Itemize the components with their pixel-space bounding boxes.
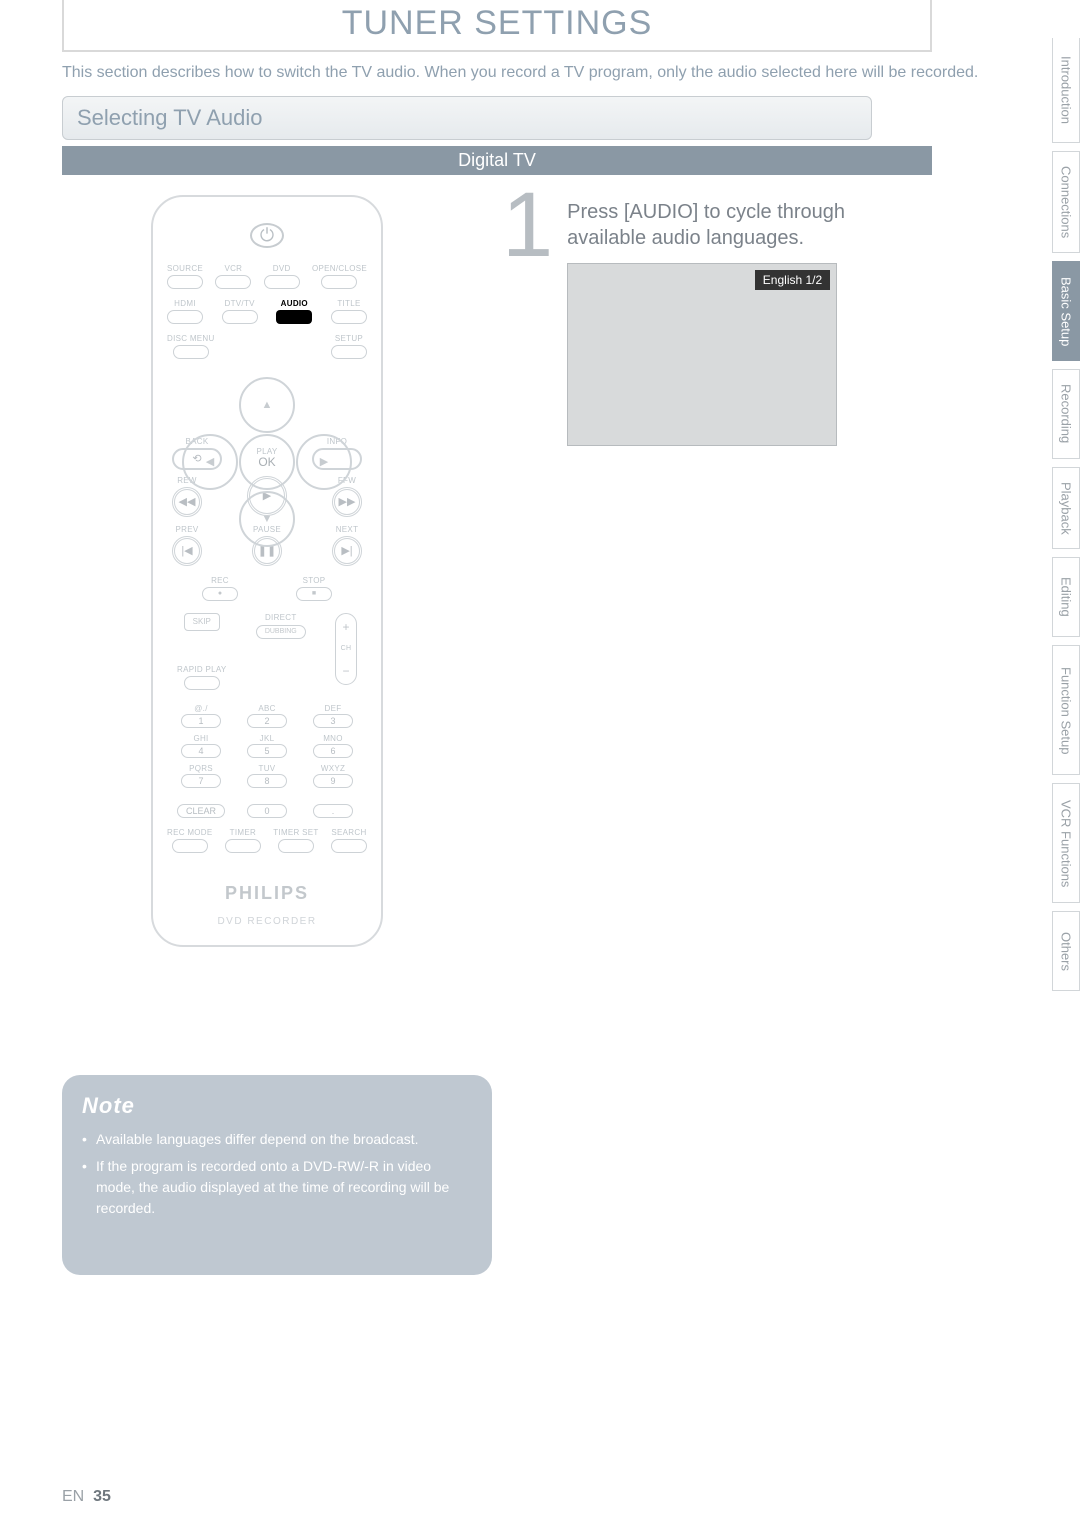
tab-others[interactable]: Others (1052, 911, 1080, 991)
btn-title (331, 310, 367, 324)
brand-logo: PHILIPS (225, 883, 309, 904)
btn-source (167, 275, 203, 289)
btn-timerset (278, 839, 314, 853)
dpad: ▲ ▼ ◀ ▶ OK (182, 377, 352, 423)
step-text: Press [AUDIO] to cycle through available… (567, 199, 922, 251)
label-source: SOURCE (167, 264, 203, 273)
digit-2: 2 (247, 714, 287, 728)
digit-3: 3 (313, 714, 353, 728)
btn-rew: ◀◀ (172, 487, 202, 517)
digit-dot: . (313, 804, 353, 818)
tab-introduction[interactable]: Introduction (1052, 38, 1080, 143)
tab-recording[interactable]: Recording (1052, 369, 1080, 458)
label-next: NEXT (336, 525, 359, 534)
label-discmenu: DISC MENU (167, 334, 215, 343)
digit-8: 8 (247, 774, 287, 788)
dpad-left-icon: ◀ (182, 434, 238, 490)
label-vcr: VCR (224, 264, 242, 273)
page-title: TUNER SETTINGS (64, 0, 930, 43)
minus-icon: − (342, 664, 349, 678)
btn-stop: ■ (296, 587, 332, 601)
btn-rapid (184, 676, 220, 690)
btn-timer (225, 839, 261, 853)
intro-text: This section describes how to switch the… (62, 62, 1080, 84)
label-dtvtv: DTV/TV (225, 299, 255, 308)
tv-overlay: English 1/2 (755, 270, 830, 290)
btn-discmenu (173, 345, 209, 359)
digit-6: 6 (313, 744, 353, 758)
digit-9: 9 (313, 774, 353, 788)
tab-basic-setup[interactable]: Basic Setup (1052, 261, 1080, 361)
section-heading: Selecting TV Audio (62, 96, 872, 140)
note-title: Note (82, 1093, 472, 1119)
sub-brand: DVD RECORDER (217, 916, 316, 927)
tab-playback[interactable]: Playback (1052, 467, 1080, 550)
note-item: Available languages differ depend on the… (82, 1129, 472, 1150)
side-tabs: Introduction Connections Basic Setup Rec… (1052, 38, 1080, 991)
btn-search (331, 839, 367, 853)
btn-skip: SKIP (184, 613, 220, 631)
tv-preview: English 1/2 (567, 263, 837, 446)
label-setup: SETUP (335, 334, 363, 343)
page-title-bar: TUNER SETTINGS (62, 0, 932, 52)
dpad-down-icon: ▼ (239, 491, 295, 547)
label-title: TITLE (337, 299, 360, 308)
tab-function-setup[interactable]: Function Setup (1052, 645, 1080, 775)
label-stop: STOP (303, 576, 326, 585)
note-box: Note Available languages differ depend o… (62, 1075, 492, 1275)
btn-openclose (321, 275, 357, 289)
btn-audio-highlight (276, 310, 312, 324)
label-hdmi: HDMI (174, 299, 196, 308)
power-icon: ⏻ (250, 223, 284, 248)
dpad-right-icon: ▶ (296, 434, 352, 490)
digit-4: 4 (181, 744, 221, 758)
page-number: EN 35 (62, 1488, 111, 1506)
btn-hdmi (167, 310, 203, 324)
label-audio: AUDIO (281, 299, 308, 308)
label-rec: REC (211, 576, 229, 585)
digit-5: 5 (247, 744, 287, 758)
btn-setup (331, 345, 367, 359)
label-rapid: RAPID PLAY (177, 665, 227, 674)
digit-0: 0 (247, 804, 287, 818)
btn-prev: |◀ (172, 536, 202, 566)
tab-vcr-functions[interactable]: VCR Functions (1052, 783, 1080, 903)
ch-rocker: + CH − (335, 613, 357, 685)
btn-dubbing: DUBBING (256, 625, 306, 639)
digit-clear: CLEAR (177, 804, 225, 818)
step-number: 1 (502, 189, 553, 263)
btn-recmode (172, 839, 208, 853)
dpad-up-icon: ▲ (239, 377, 295, 433)
label-openclose: OPEN/CLOSE (312, 264, 367, 273)
digital-tv-band: Digital TV (62, 146, 932, 175)
label-dvd: DVD (273, 264, 291, 273)
note-item: If the program is recorded onto a DVD-RW… (82, 1156, 472, 1219)
label-prev: PREV (176, 525, 199, 534)
btn-rec: ● (202, 587, 238, 601)
tab-connections[interactable]: Connections (1052, 151, 1080, 253)
tab-editing[interactable]: Editing (1052, 557, 1080, 637)
btn-next: ▶| (332, 536, 362, 566)
label-direct: DIRECT (265, 613, 297, 622)
btn-ffw: ▶▶ (332, 487, 362, 517)
remote-illustration: ⏻ SOURCE VCR DVD OPEN/CLOSE HDMI DTV/TV … (151, 195, 383, 947)
digit-1: 1 (181, 714, 221, 728)
digit-7: 7 (181, 774, 221, 788)
btn-dtvtv (222, 310, 258, 324)
plus-icon: + (342, 620, 349, 634)
btn-dvd (264, 275, 300, 289)
btn-vcr (215, 275, 251, 289)
dpad-ok: OK (239, 434, 295, 490)
